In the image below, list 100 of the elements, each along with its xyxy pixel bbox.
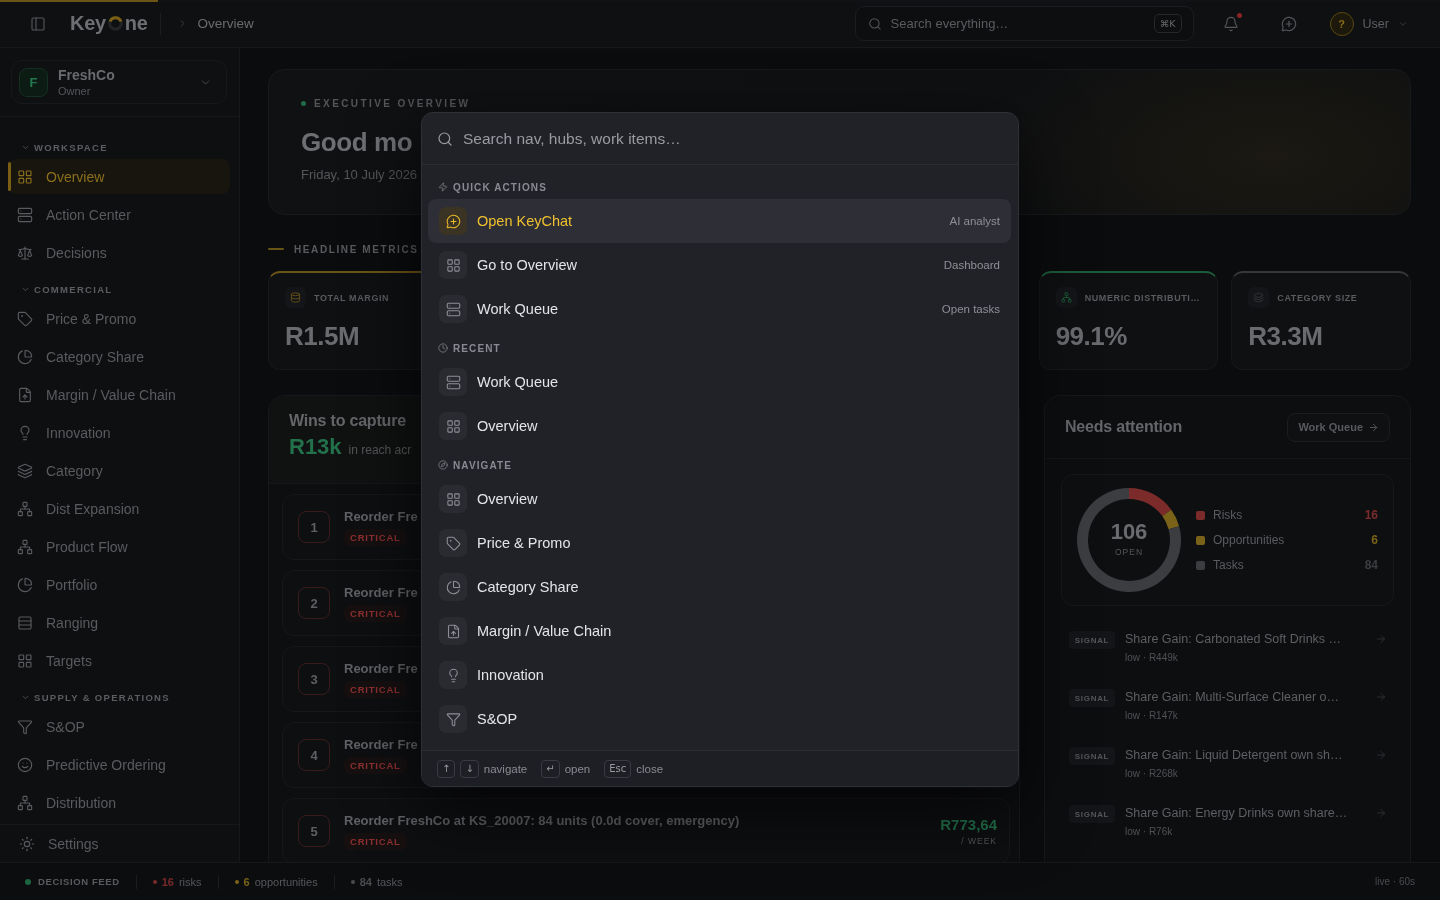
nav-item[interactable]: Price & Promo [8,301,230,336]
rank-badge: 1 [298,511,330,543]
signal-tag: SIGNAL [1069,805,1115,823]
nav-item[interactable]: Category Share [8,339,230,374]
command-item[interactable]: Overview [428,404,1011,448]
shortcut-label: open [564,762,591,775]
logo-ring-icon [107,16,123,31]
command-item[interactable]: Price & Promo [428,521,1011,565]
chat-icon[interactable] [1280,15,1297,32]
win-row[interactable]: 5 Reorder FreshCo at KS_20007: 84 units (0.0d cover, emergency) CRITICAL R773,64 / WEEK [282,798,1010,862]
funnel-icon [17,718,33,735]
pie-chart-icon [439,573,467,601]
arrow-right-icon[interactable] [1375,633,1387,645]
key-hint: ↑ [437,759,456,778]
file-arrow-icon [17,386,33,403]
date-text: Friday, 10 July 2026 [301,167,418,183]
rank-badge: 5 [298,815,330,847]
rank-badge: 4 [298,739,330,771]
win-title: Reorder Fre [344,736,418,752]
section-header[interactable]: COMMERCIAL [8,279,113,299]
nav-item[interactable]: Decisions [8,235,230,270]
win-title: Reorder Fre [344,584,418,600]
nav-item[interactable]: Category [8,453,230,488]
win-title: Reorder FreshCo at KS_20007: 84 units (0.0d cover, emergency) [344,812,740,828]
bell-icon[interactable] [1222,15,1239,32]
feed-label: DECISION FEED [38,876,120,887]
nav-item[interactable]: Distribution [8,785,230,820]
command-item[interactable]: Category Share [428,565,1011,609]
layers-icon [17,462,33,479]
metric-label: TOTAL MARGIN [314,292,390,303]
metric-value: R3.3M [1248,321,1323,351]
nav-item[interactable]: Predictive Ordering [8,747,230,782]
nav-item[interactable]: S&OP [8,709,230,744]
user-avatar[interactable]: ? [1329,11,1354,36]
refresh-status: live · 60s [1375,876,1415,887]
command-hint: AI analyst [949,215,1000,227]
count-label: risks [178,875,202,888]
command-item[interactable]: S&OP [428,697,1011,741]
network-icon [1055,287,1077,308]
signal-title[interactable]: Share Gain: Energy Drinks own share… [1125,805,1348,821]
network-icon [17,794,33,811]
grid-icon [439,412,467,440]
nav-item[interactable]: Innovation [8,415,230,450]
key-hint: ↵ [541,759,560,778]
rank-badge: 2 [298,587,330,619]
breadcrumb-current: Overview [197,16,254,31]
section-header[interactable]: WORKSPACE [8,137,108,157]
arrow-right-icon[interactable] [1375,749,1387,761]
smile-icon [17,756,33,773]
eyebrow-label: EXECUTIVE OVERVIEW [314,97,471,109]
org-switcher[interactable]: F FreshCo Owner [11,60,227,104]
live-dot-icon [301,100,306,106]
shortcut-label: navigate [483,762,528,775]
section-header[interactable]: SUPPLY & OPERATIONS [8,687,170,707]
metric-value: R1.5M [285,321,360,351]
sidebar-toggle-icon[interactable] [30,15,46,32]
logo-text: ne [124,12,148,35]
signal-title[interactable]: Share Gain: Liquid Detergent own sh… [1125,747,1343,763]
network-icon [17,500,33,517]
nav-item[interactable]: Overview [8,159,230,194]
arrow-right-icon[interactable] [1375,691,1387,703]
settings-item[interactable]: Settings [8,835,99,852]
nav-item[interactable]: Portfolio [8,567,230,602]
count-value: 84 [359,875,372,888]
grid-icon [439,485,467,513]
priority-badge: CRITICAL [344,756,407,774]
lightbulb-icon [17,424,33,441]
nav-item[interactable]: Product Flow [8,529,230,564]
command-item[interactable]: Overview [428,477,1011,521]
command-item[interactable]: Work Queue Open tasks [428,287,1011,331]
search-icon [437,131,453,147]
nav-item[interactable]: Dist Expansion [8,491,230,526]
work-queue-button[interactable]: Work Queue [1287,412,1390,442]
count-label: tasks [376,875,403,888]
legend-value: 16 [1364,508,1378,522]
nav-item[interactable]: Targets [8,643,230,678]
command-item[interactable]: Go to Overview Dashboard [428,243,1011,287]
win-title: Reorder Fre [344,660,418,676]
command-hint: Dashboard [943,259,1000,271]
legend-label: Tasks [1213,558,1245,572]
command-item[interactable]: Margin / Value Chain [428,609,1011,653]
command-item[interactable]: Work Queue [428,360,1011,404]
signal-title[interactable]: Share Gain: Carbonated Soft Drinks … [1125,631,1342,647]
nav-item[interactable]: Margin / Value Chain [8,377,230,412]
stack-icon [439,368,467,396]
tag-icon [439,529,467,557]
key-hint: ↓ [460,759,479,778]
command-item[interactable]: Open KeyChat AI analyst [428,199,1011,243]
wins-caption: in reach acr [348,443,412,457]
nav-item[interactable]: Ranging [8,605,230,640]
user-name[interactable]: User [1362,16,1389,31]
network-icon [17,538,33,555]
shortcut-label: close [636,762,664,775]
arrow-right-icon[interactable] [1375,807,1387,819]
priority-badge: CRITICAL [344,832,407,850]
search-field[interactable]: Search nav, hubs, work items… [422,113,1018,165]
command-item[interactable]: Innovation [428,653,1011,697]
nav-item[interactable]: Action Center [8,197,230,232]
signal-tag: SIGNAL [1069,747,1115,765]
signal-title[interactable]: Share Gain: Multi-Surface Cleaner o… [1125,689,1339,705]
